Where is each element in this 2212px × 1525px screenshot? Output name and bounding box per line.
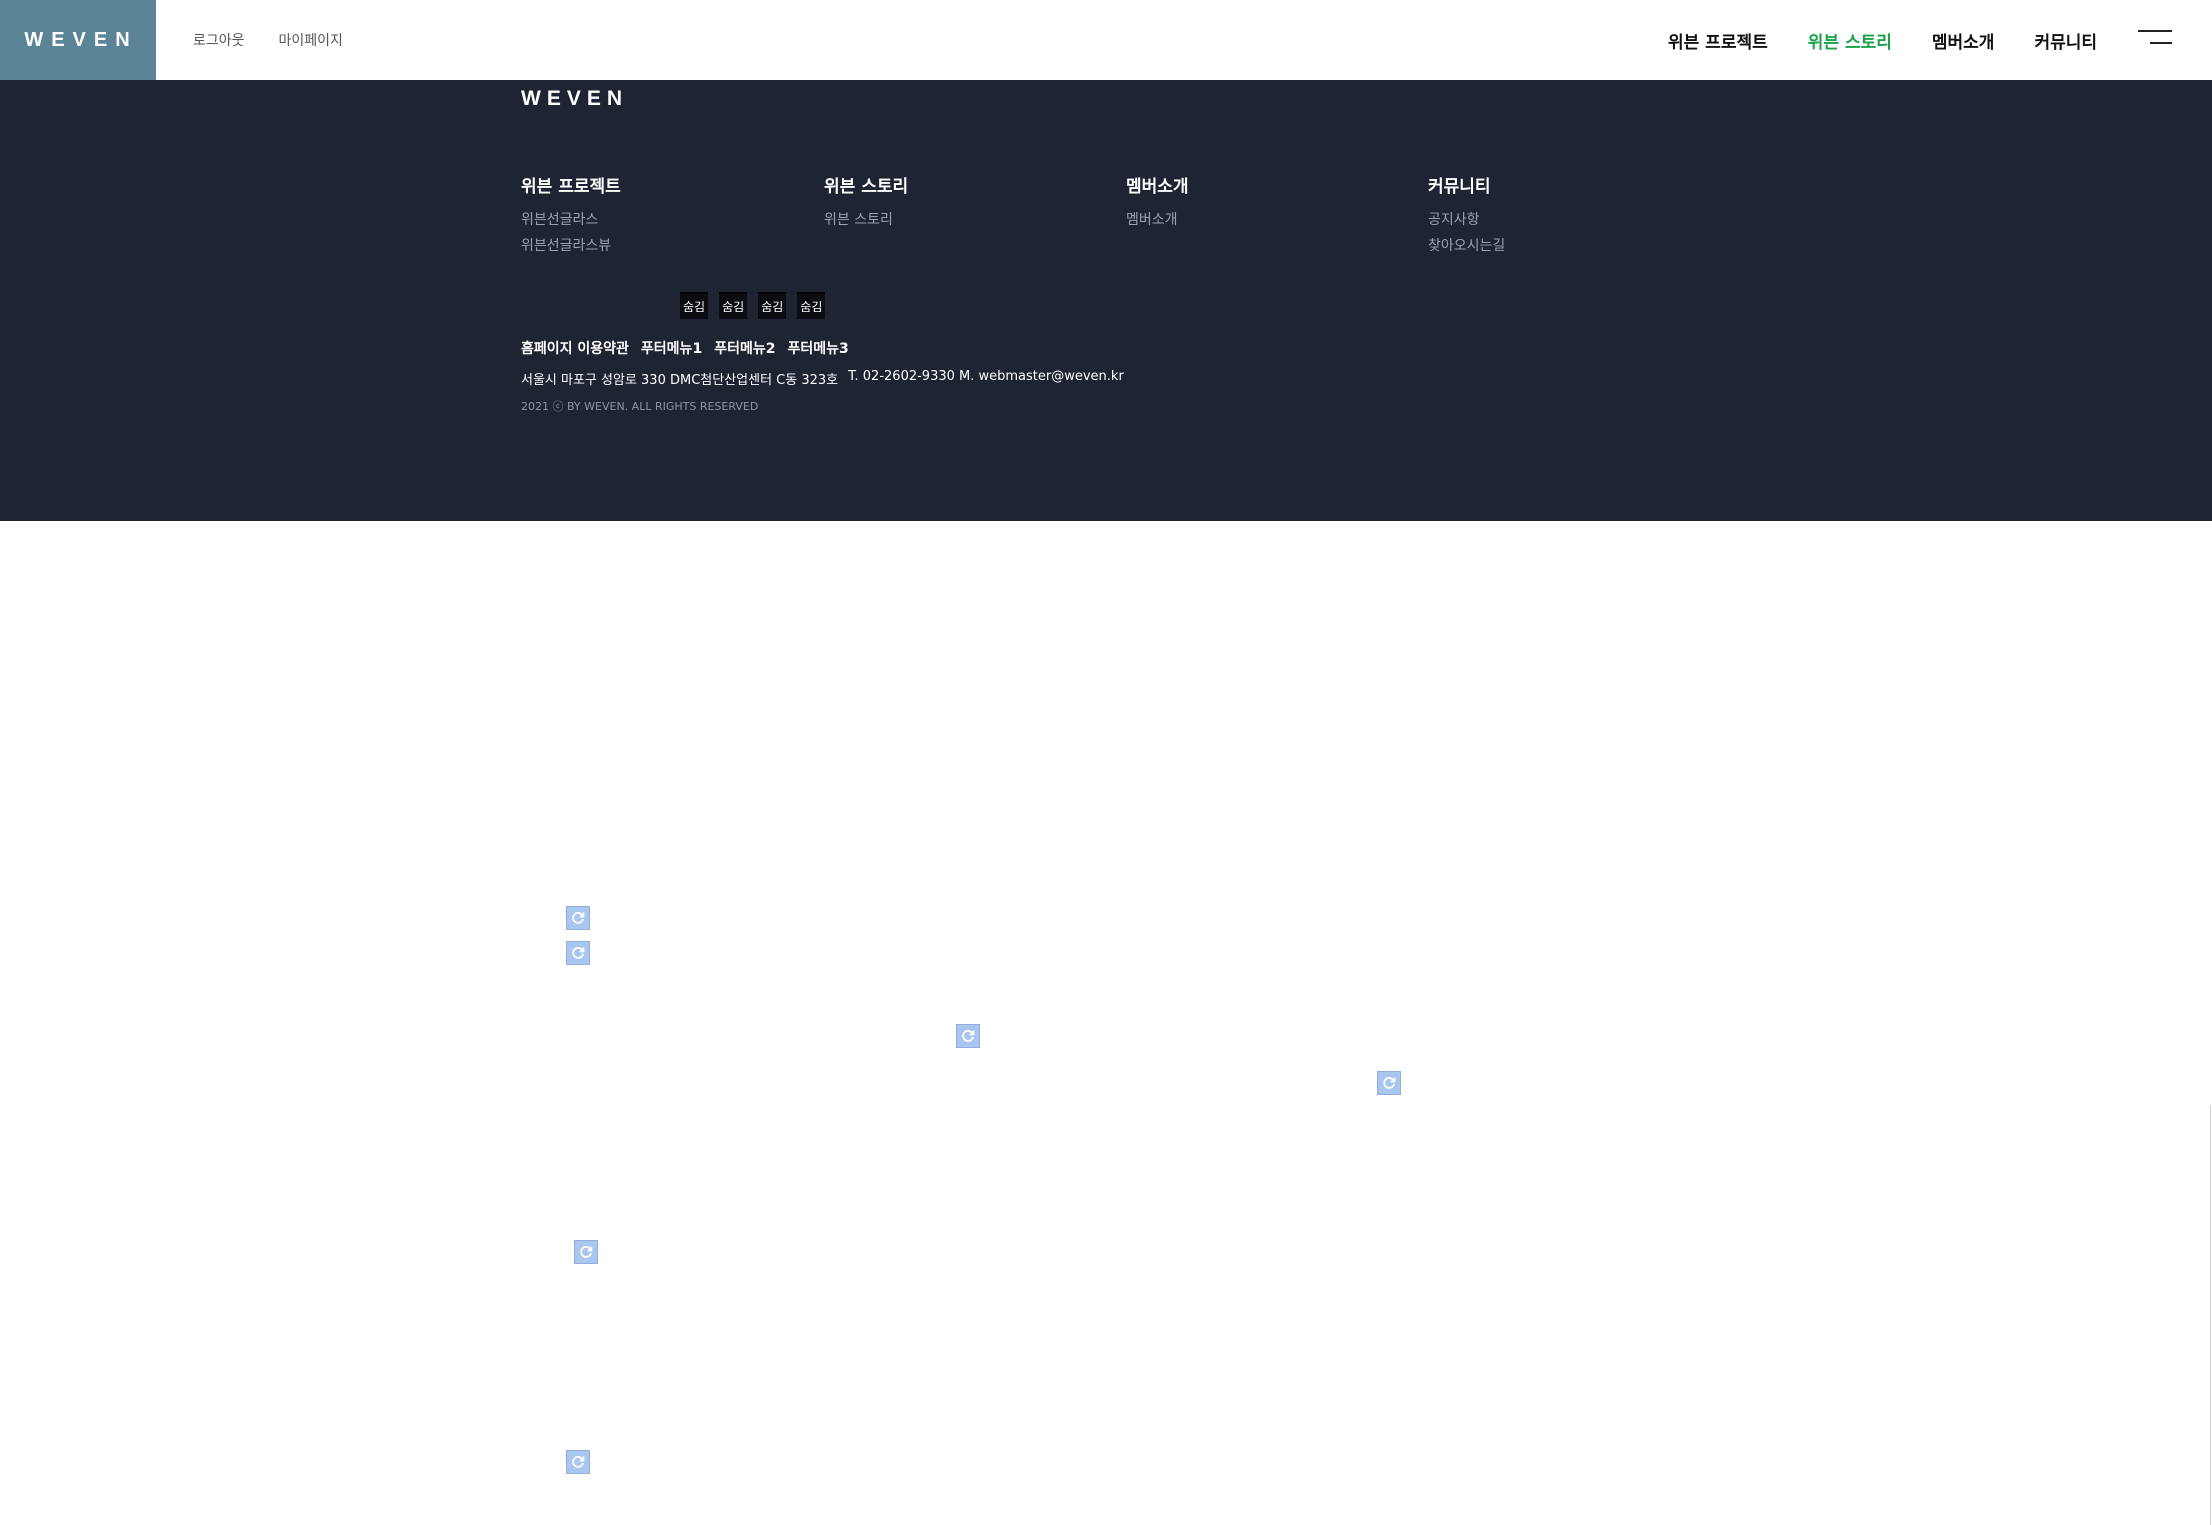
footer-menu-2[interactable]: 푸터메뉴2 bbox=[714, 338, 775, 358]
util-links: 로그아웃 마이페이지 bbox=[193, 30, 343, 50]
hidden-tag: 숨김 bbox=[680, 292, 709, 319]
terms-link[interactable]: 홈페이지 이용약관 bbox=[521, 338, 629, 358]
footer-column-project: 위븐 프로젝트 위븐선글라스 위븐선글라스뷰 bbox=[521, 172, 621, 259]
mypage-link[interactable]: 마이페이지 bbox=[279, 30, 343, 50]
reload-icon[interactable] bbox=[1377, 1071, 1401, 1095]
footer-link[interactable]: 멤버소개 bbox=[1126, 207, 1189, 233]
hidden-tag: 숨김 bbox=[758, 292, 787, 319]
reload-icon[interactable] bbox=[566, 1450, 590, 1474]
footer-column-community: 커뮤니티 공지사항 찾아오시는길 bbox=[1428, 172, 1505, 259]
hidden-tag: 숨김 bbox=[797, 292, 826, 319]
footer-logo[interactable]: WEVEN bbox=[521, 87, 628, 111]
footer-link[interactable]: 찾아오시는길 bbox=[1428, 233, 1505, 259]
address-text: 서울시 마포구 성암로 330 DMC첨단산업센터 C동 323호 bbox=[521, 373, 839, 388]
site-footer: WEVEN 위븐 프로젝트 위븐선글라스 위븐선글라스뷰 위븐 스토리 위븐 스… bbox=[0, 80, 2212, 521]
logo-text: WEVEN bbox=[24, 28, 138, 51]
footer-link[interactable]: 공지사항 bbox=[1428, 207, 1505, 233]
footer-column-title[interactable]: 위븐 프로젝트 bbox=[521, 172, 621, 197]
main-nav: 위븐 프로젝트 위븐 스토리 멤버소개 커뮤니티 bbox=[1668, 28, 2097, 53]
nav-community[interactable]: 커뮤니티 bbox=[2034, 28, 2097, 53]
footer-link[interactable]: 위븐선글라스 bbox=[521, 207, 621, 233]
copyright: 2021 ⓒ BY WEVEN. ALL RIGHTS RESERVED bbox=[521, 400, 759, 413]
footer-column-title[interactable]: 멤버소개 bbox=[1126, 172, 1189, 197]
nav-members[interactable]: 멤버소개 bbox=[1932, 28, 1995, 53]
logo[interactable]: WEVEN bbox=[0, 0, 156, 80]
footer-column-members: 멤버소개 멤버소개 bbox=[1126, 172, 1189, 233]
hidden-tag: 숨김 bbox=[719, 292, 748, 319]
site-header: WEVEN 로그아웃 마이페이지 위븐 프로젝트 위븐 스토리 멤버소개 커뮤니… bbox=[0, 0, 2212, 80]
footer-menu-1[interactable]: 푸터메뉴1 bbox=[641, 338, 702, 358]
logout-link[interactable]: 로그아웃 bbox=[193, 30, 245, 50]
scroll-edge-divider bbox=[2210, 1105, 2211, 1525]
footer-column-title[interactable]: 위븐 스토리 bbox=[824, 172, 908, 197]
nav-weven-project[interactable]: 위븐 프로젝트 bbox=[1668, 28, 1768, 53]
footer-link[interactable]: 위븐선글라스뷰 bbox=[521, 233, 621, 259]
hidden-tags: 숨김 숨김 숨김 숨김 bbox=[680, 292, 826, 319]
reload-icon[interactable] bbox=[574, 1240, 598, 1264]
nav-weven-story[interactable]: 위븐 스토리 bbox=[1808, 28, 1892, 53]
reload-icon[interactable] bbox=[566, 941, 590, 965]
reload-icon[interactable] bbox=[956, 1024, 980, 1048]
contact-text: T. 02-2602-9330 M. webmaster@weven.kr bbox=[848, 369, 1124, 384]
reload-icon[interactable] bbox=[566, 906, 590, 930]
footer-menu: 홈페이지 이용약관 푸터메뉴1 푸터메뉴2 푸터메뉴3 bbox=[521, 338, 849, 358]
footer-link[interactable]: 위븐 스토리 bbox=[824, 207, 908, 233]
footer-column-title[interactable]: 커뮤니티 bbox=[1428, 172, 1505, 197]
footer-column-story: 위븐 스토리 위븐 스토리 bbox=[824, 172, 908, 233]
hamburger-menu-icon[interactable] bbox=[2138, 28, 2172, 50]
footer-address: 서울시 마포구 성암로 330 DMC첨단산업센터 C동 323호 T. 02-… bbox=[521, 369, 1124, 388]
footer-menu-3[interactable]: 푸터메뉴3 bbox=[787, 338, 848, 358]
